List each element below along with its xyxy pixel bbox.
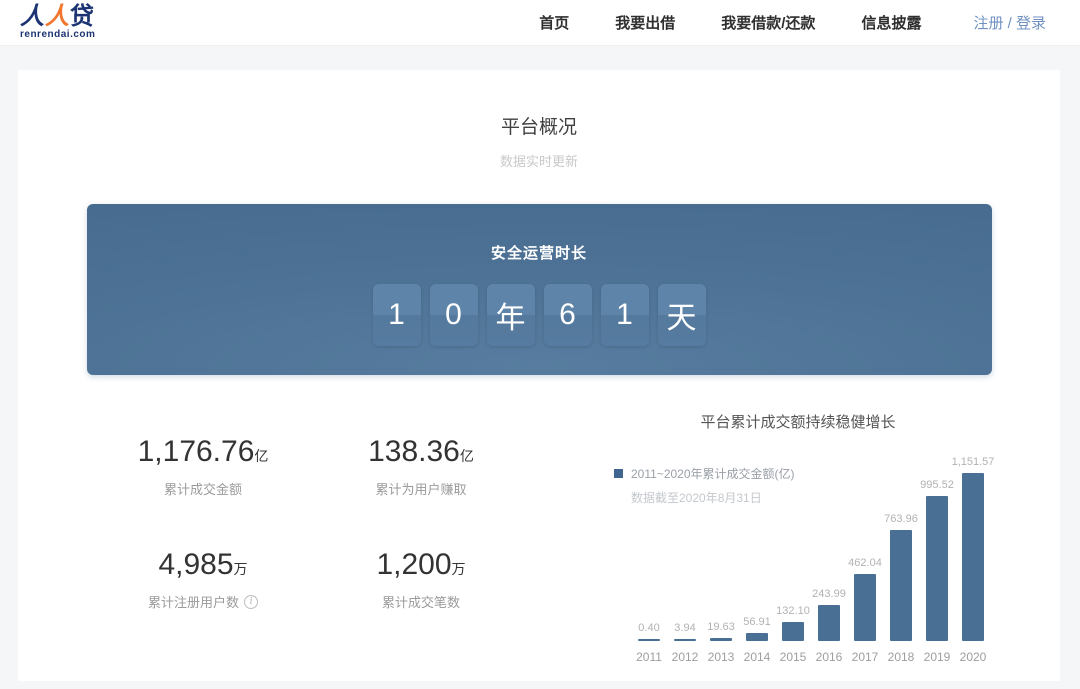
x-tick-label: 2013 bbox=[708, 650, 735, 664]
flip-tile: 1 bbox=[373, 284, 421, 346]
nav-item-borrow-repay[interactable]: 我要借款/还款 bbox=[721, 12, 815, 33]
auth-links: 注册 / 登录 bbox=[973, 12, 1046, 33]
stat-unit: 万 bbox=[234, 561, 248, 577]
banner-title: 安全运营时长 bbox=[87, 204, 992, 263]
stat-total-volume: 1,176.76亿 累计成交金额 bbox=[94, 435, 312, 498]
page-subtitle: 数据实时更新 bbox=[18, 151, 1060, 170]
bar bbox=[926, 496, 948, 641]
login-link[interactable]: 登录 bbox=[1016, 15, 1046, 32]
bar-value-label: 995.52 bbox=[920, 479, 954, 491]
nav-item-disclosure[interactable]: 信息披露 bbox=[861, 12, 921, 33]
stat-value: 1,200万 bbox=[312, 548, 530, 582]
logo-char-dai: 贷 bbox=[70, 3, 95, 30]
flip-tile: 1 bbox=[601, 284, 649, 346]
platform-overview-card: 平台概况 数据实时更新 安全运营时长 10年61天 1,176.76亿 累计成交… bbox=[18, 70, 1060, 681]
bar-column: 763.962018 bbox=[890, 513, 912, 664]
bar-value-label: 3.94 bbox=[674, 622, 695, 634]
stats-and-chart-row: 1,176.76亿 累计成交金额 138.36亿 累计为用户赚取 4,985万 … bbox=[18, 409, 1060, 664]
flip-tile: 6 bbox=[544, 284, 592, 346]
bar bbox=[674, 639, 696, 641]
stat-label: 累计注册用户数i bbox=[94, 592, 312, 611]
stat-total-deals: 1,200万 累计成交笔数 bbox=[312, 548, 530, 611]
stat-unit: 亿 bbox=[254, 448, 268, 464]
bar-column: 0.40 2011 bbox=[638, 622, 660, 664]
x-tick-label: 2014 bbox=[744, 650, 771, 664]
bar-column: 56.91 2014 bbox=[746, 616, 768, 664]
bar-column: 1,151.572020 bbox=[962, 456, 984, 664]
auth-separator: / bbox=[1003, 15, 1016, 32]
stat-unit: 亿 bbox=[460, 448, 474, 464]
legend-label: 2011~2020年累计成交金额(亿) bbox=[631, 465, 795, 482]
stat-value: 138.36亿 bbox=[312, 435, 530, 469]
x-tick-label: 2018 bbox=[888, 650, 915, 664]
bar bbox=[818, 605, 840, 641]
stat-value: 4,985万 bbox=[94, 548, 312, 582]
stat-number: 138.36 bbox=[368, 435, 460, 468]
x-tick-label: 2019 bbox=[924, 650, 951, 664]
bar bbox=[746, 633, 768, 641]
bar-column: 3.94 2012 bbox=[674, 622, 696, 664]
logo-char-ren2: 人 bbox=[45, 3, 70, 30]
x-tick-label: 2012 bbox=[672, 650, 699, 664]
logo-domain-text: renrendai.com bbox=[20, 30, 95, 40]
bar-column: 995.522019 bbox=[926, 479, 948, 664]
stat-registered-users: 4,985万 累计注册用户数i bbox=[94, 548, 312, 611]
chart-legend: 2011~2020年累计成交金额(亿) 数据截至2020年8月31日 bbox=[614, 465, 795, 506]
stats-grid: 1,176.76亿 累计成交金额 138.36亿 累计为用户赚取 4,985万 … bbox=[94, 435, 530, 611]
cumulative-volume-bar-chart: 平台累计成交额持续稳健增长 2011~2020年累计成交金额(亿) 数据截至20… bbox=[612, 409, 984, 664]
logo-char-ren1: 人 bbox=[20, 3, 45, 30]
bar-column: 462.042017 bbox=[854, 557, 876, 664]
stat-user-earnings: 138.36亿 累计为用户赚取 bbox=[312, 435, 530, 498]
bar bbox=[854, 574, 876, 641]
legend-note: 数据截至2020年8月31日 bbox=[631, 489, 795, 506]
stat-label: 累计成交笔数 bbox=[312, 592, 530, 611]
top-navbar: 人人贷 renrendai.com 首页 我要出借 我要借款/还款 信息披露 注… bbox=[0, 0, 1080, 46]
stat-label: 累计成交金额 bbox=[94, 479, 312, 498]
bar-value-label: 0.40 bbox=[638, 622, 659, 634]
legend-entry: 2011~2020年累计成交金额(亿) bbox=[614, 465, 795, 482]
bar bbox=[710, 638, 732, 641]
stat-number: 1,200 bbox=[376, 548, 451, 581]
bar-value-label: 132.10 bbox=[776, 605, 810, 617]
bar-value-label: 243.99 bbox=[812, 588, 846, 600]
stat-number: 4,985 bbox=[158, 548, 233, 581]
flip-tile: 年 bbox=[487, 284, 535, 346]
nav-item-lend[interactable]: 我要出借 bbox=[615, 12, 675, 33]
bar bbox=[638, 639, 660, 641]
x-tick-label: 2015 bbox=[780, 650, 807, 664]
stat-label: 累计为用户赚取 bbox=[312, 479, 530, 498]
safe-operation-banner: 安全运营时长 10年61天 bbox=[87, 204, 992, 375]
bar-value-label: 56.91 bbox=[743, 616, 771, 628]
flip-tile: 0 bbox=[430, 284, 478, 346]
x-tick-label: 2011 bbox=[636, 650, 662, 664]
logo-wordmark: 人人贷 bbox=[20, 5, 95, 29]
bar-column: 132.102015 bbox=[782, 605, 804, 664]
main-nav: 首页 我要出借 我要借款/还款 信息披露 注册 / 登录 bbox=[539, 12, 1060, 33]
flip-clock-tiles: 10年61天 bbox=[87, 284, 992, 346]
x-tick-label: 2017 bbox=[852, 650, 879, 664]
x-tick-label: 2020 bbox=[960, 650, 987, 664]
bar-value-label: 462.04 bbox=[848, 557, 882, 569]
bar-value-label: 19.63 bbox=[707, 621, 735, 633]
bar-column: 19.63 2013 bbox=[710, 621, 732, 664]
bar bbox=[782, 622, 804, 641]
legend-swatch bbox=[614, 469, 623, 478]
bar bbox=[962, 473, 984, 641]
bar-value-label: 1,151.57 bbox=[952, 456, 995, 468]
nav-item-home[interactable]: 首页 bbox=[539, 12, 569, 33]
info-icon[interactable]: i bbox=[244, 595, 258, 609]
flip-tile: 天 bbox=[658, 284, 706, 346]
stat-number: 1,176.76 bbox=[138, 435, 255, 468]
bar bbox=[890, 530, 912, 641]
register-link[interactable]: 注册 bbox=[973, 15, 1003, 32]
bar-column: 243.992016 bbox=[818, 588, 840, 664]
bar-value-label: 763.96 bbox=[884, 513, 918, 525]
page-title: 平台概况 bbox=[18, 112, 1060, 139]
chart-title: 平台累计成交额持续稳健增长 bbox=[612, 411, 984, 432]
renrendai-logo[interactable]: 人人贷 renrendai.com bbox=[20, 5, 95, 40]
stat-unit: 万 bbox=[452, 561, 466, 577]
stat-value: 1,176.76亿 bbox=[94, 435, 312, 469]
x-tick-label: 2016 bbox=[816, 650, 843, 664]
